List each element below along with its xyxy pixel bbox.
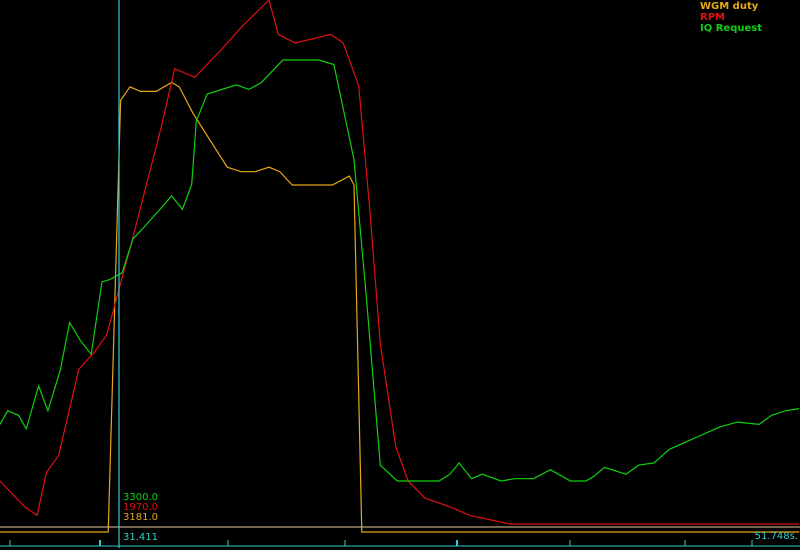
- legend-wgm-duty[interactable]: WGM duty: [700, 1, 762, 12]
- cursor-time-label: 31.411: [123, 532, 158, 543]
- cursor-values: 3300.0 1970.0 3181.0: [123, 493, 158, 523]
- timeline-end-label: 51.748s.: [754, 531, 798, 542]
- legend: WGM duty RPM IQ Request: [700, 1, 762, 34]
- log-plot[interactable]: [0, 0, 800, 550]
- legend-iq-request[interactable]: IQ Request: [700, 23, 762, 34]
- cursor-value-wgm-duty: 3181.0: [123, 512, 158, 523]
- legend-rpm[interactable]: RPM: [700, 12, 762, 23]
- series-wgm-duty: [0, 81, 800, 533]
